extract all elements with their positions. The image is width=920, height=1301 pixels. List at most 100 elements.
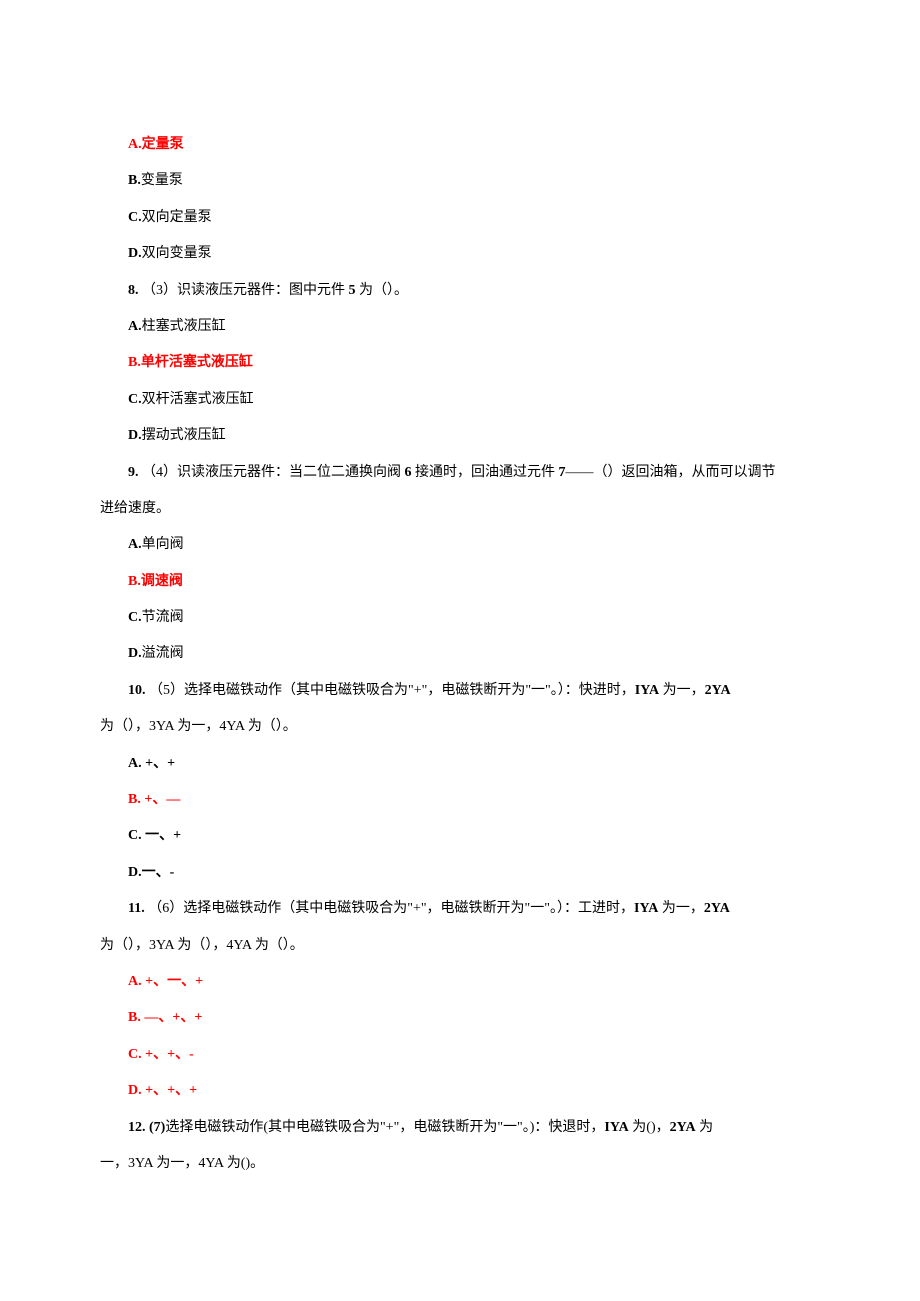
question-text-segment: 3YA <box>128 1156 153 1171</box>
option-text: 一、- <box>142 865 175 880</box>
document-body: A.定量泵B.变量泵C.双向定量泵D.双向变量泵8. （3）识读液压元器件：图中… <box>100 134 820 1175</box>
option-label: A. <box>128 319 142 334</box>
question-number: 8. <box>128 283 142 298</box>
question-text-segment: IYA <box>635 683 659 698</box>
question-continuation: 一，3YA 为一，4YA 为()。 <box>100 1153 820 1175</box>
question-text-segment: 3YA <box>149 719 174 734</box>
option-label: B. <box>128 355 141 370</box>
question-text-segment: 2YA <box>704 901 730 916</box>
answer-option: C. +、+、- <box>128 1044 820 1066</box>
question-text-segment: 一， <box>100 1156 128 1171</box>
question-text-segment: 为一， <box>174 719 220 734</box>
question-line: 12. (7)选择电磁铁动作(其中电磁铁吸合为"+"，电磁铁断开为"一"。)：快… <box>128 1117 820 1139</box>
question-text-segment: 为 <box>696 1120 714 1135</box>
option-label: B. <box>128 574 141 589</box>
answer-option: B.调速阀 <box>128 571 820 593</box>
question-text-segment: 为()。 <box>223 1156 264 1171</box>
question-text-segment: IYA <box>604 1120 628 1135</box>
question-text-segment: 3YA <box>149 938 174 953</box>
option-label: C. <box>128 828 142 843</box>
option-label: C. <box>128 210 142 225</box>
option-text: 单杆活塞式液压缸 <box>141 355 253 370</box>
option-text: 变量泵 <box>141 173 183 188</box>
question-number: 12. <box>128 1120 149 1135</box>
option-text: 一、+ <box>142 828 181 843</box>
question-text-segment: ——（）返回油箱，从而可以调节 <box>566 465 776 480</box>
question-line: 8. （3）识读液压元器件：图中元件 5 为（）。 <box>128 280 820 302</box>
question-text-segment: 4YA <box>198 1156 223 1171</box>
question-text-segment: 5 <box>349 283 356 298</box>
question-text-segment: 7 <box>559 465 566 480</box>
option-label: C. <box>128 610 142 625</box>
question-number: 9. <box>128 465 142 480</box>
answer-option: C. 一、+ <box>128 825 820 847</box>
question-continuation: 为（），3YA 为一，4YA 为（）。 <box>100 716 820 738</box>
option-label: B. <box>128 173 141 188</box>
question-block: 9. （4）识读液压元器件：当二位二通换向阀 6 接通时，回油通过元件 7——（… <box>100 462 820 521</box>
option-label: D. <box>128 646 142 661</box>
question-block: 8. （3）识读液压元器件：图中元件 5 为（）。 <box>100 280 820 302</box>
option-label: A. <box>128 137 142 152</box>
question-text-segment: 为（）。 <box>244 719 297 734</box>
answer-option: C.双杆活塞式液压缸 <box>128 389 820 411</box>
question-text-segment: 为（）。 <box>356 283 409 298</box>
question-text-segment: 为（）， <box>174 938 227 953</box>
answer-option: A.柱塞式液压缸 <box>128 316 820 338</box>
option-label: A. <box>128 974 142 989</box>
option-label: B. <box>128 1010 141 1025</box>
question-text-segment: 4YA <box>219 719 244 734</box>
question-text-segment: （6）选择电磁铁动作（其中电磁铁吸合为"+"，电磁铁断开为"一"。）：工进时， <box>148 901 634 916</box>
option-text: 溢流阀 <box>142 646 184 661</box>
question-text-segment: （4）识读液压元器件：当二位二通换向阀 <box>142 465 405 480</box>
question-number: 11. <box>128 901 148 916</box>
answer-option: B. +、— <box>128 789 820 811</box>
question-number: 10. <box>128 683 149 698</box>
question-line: 10. （5）选择电磁铁动作（其中电磁铁吸合为"+"，电磁铁断开为"一"。）：快… <box>128 680 820 702</box>
answer-option: A. +、+ <box>128 753 820 775</box>
question-text-segment: 2YA <box>705 683 731 698</box>
answer-option: D.摆动式液压缸 <box>128 425 820 447</box>
question-text-segment: 为()， <box>629 1120 670 1135</box>
question-text-segment: 4YA <box>226 938 251 953</box>
option-label: C. <box>128 392 142 407</box>
option-label: D. <box>128 865 142 880</box>
option-text: 双向定量泵 <box>142 210 212 225</box>
question-block: 12. (7)选择电磁铁动作(其中电磁铁吸合为"+"，电磁铁断开为"一"。)：快… <box>100 1117 820 1176</box>
option-label: B. <box>128 792 141 807</box>
answer-option: D.双向变量泵 <box>128 243 820 265</box>
question-text-segment: 为一， <box>658 901 704 916</box>
option-text: +、— <box>141 792 180 807</box>
question-text-segment: 6 <box>405 465 412 480</box>
answer-option: D.溢流阀 <box>128 643 820 665</box>
question-continuation: 进给速度。 <box>100 498 820 520</box>
answer-option: A. +、一、+ <box>128 971 820 993</box>
question-text-segment: （5）选择电磁铁动作（其中电磁铁吸合为"+"，电磁铁断开为"一"。）：快进时， <box>149 683 635 698</box>
answer-option: A.单向阀 <box>128 534 820 556</box>
answer-option: B.变量泵 <box>128 170 820 192</box>
answer-option: B. —、+、+ <box>128 1007 820 1029</box>
option-label: A. <box>128 756 142 771</box>
question-text-segment: （3）识读液压元器件：图中元件 <box>142 283 349 298</box>
option-label: A. <box>128 537 142 552</box>
question-text-segment: (7) <box>149 1120 165 1135</box>
option-text: +、+、+ <box>142 1083 197 1098</box>
question-block: 10. （5）选择电磁铁动作（其中电磁铁吸合为"+"，电磁铁断开为"一"。）：快… <box>100 680 820 739</box>
option-text: 摆动式液压缸 <box>142 428 226 443</box>
question-text-segment: 选择电磁铁动作(其中电磁铁吸合为"+"，电磁铁断开为"一"。)：快退时， <box>165 1120 604 1135</box>
question-text-segment: 为（）， <box>100 938 149 953</box>
option-label: C. <box>128 1047 142 1062</box>
question-text-segment: 为一， <box>153 1156 199 1171</box>
answer-option: C.节流阀 <box>128 607 820 629</box>
question-text-segment: 为（）， <box>100 719 149 734</box>
option-label: D. <box>128 1083 142 1098</box>
option-text: +、+、- <box>142 1047 194 1062</box>
option-text: 定量泵 <box>142 137 184 152</box>
question-text-segment: 为一， <box>659 683 705 698</box>
answer-option: A.定量泵 <box>128 134 820 156</box>
question-text-segment: 2YA <box>670 1120 696 1135</box>
option-text: +、+ <box>142 756 175 771</box>
option-text: 节流阀 <box>142 610 184 625</box>
question-text-segment: IYA <box>634 901 658 916</box>
option-text: +、一、+ <box>142 974 203 989</box>
option-label: D. <box>128 246 142 261</box>
